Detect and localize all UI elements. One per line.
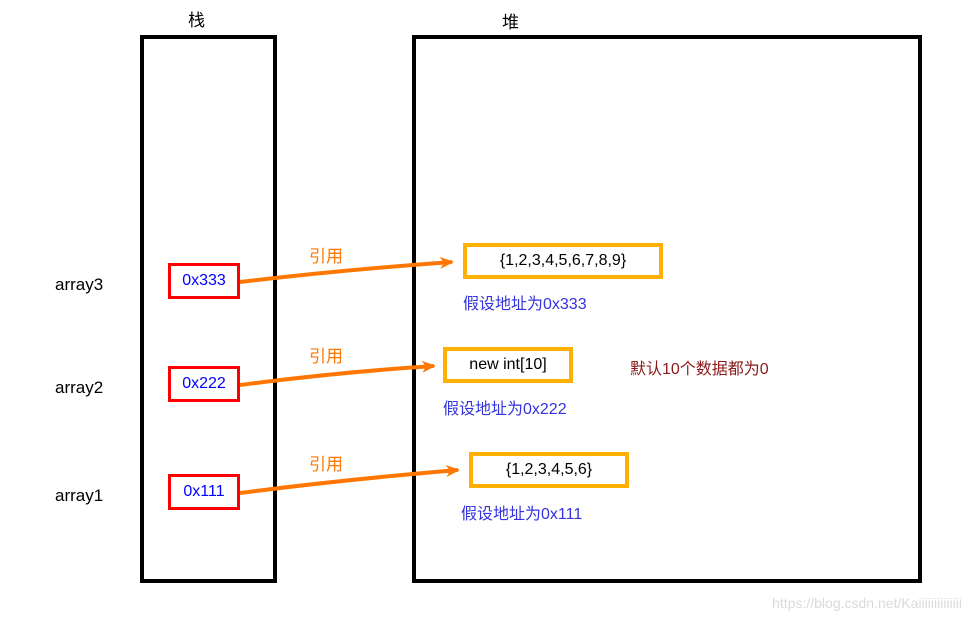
arrow-label-0: 引用 <box>309 242 343 267</box>
arrow-label-2: 引用 <box>309 450 343 475</box>
stack-item-2: 0x111 <box>168 474 240 510</box>
stack-item-label-2: array1 <box>55 486 103 506</box>
watermark: https://blog.csdn.net/Kaiiiiiiiiiiiiii <box>772 595 962 611</box>
stack-item-0: 0x333 <box>168 263 240 299</box>
heap-item-2: {1,2,3,4,5,6} <box>469 452 629 488</box>
stack-item-label-1: array2 <box>55 378 103 398</box>
stack-item-1: 0x222 <box>168 366 240 402</box>
stack-header: 栈 <box>188 6 205 31</box>
heap-note-1: 假设地址为0x222 <box>443 395 567 419</box>
heap-item-0: {1,2,3,4,5,6,7,8,9} <box>463 243 663 279</box>
heap-extra-1: 默认10个数据都为0 <box>630 355 769 379</box>
heap-item-1: new int[10] <box>443 347 573 383</box>
heap-header: 堆 <box>502 8 519 33</box>
heap-note-0: 假设地址为0x333 <box>463 290 587 314</box>
arrow-label-1: 引用 <box>309 342 343 367</box>
heap-note-2: 假设地址为0x111 <box>461 500 582 524</box>
stack-item-label-0: array3 <box>55 275 103 295</box>
